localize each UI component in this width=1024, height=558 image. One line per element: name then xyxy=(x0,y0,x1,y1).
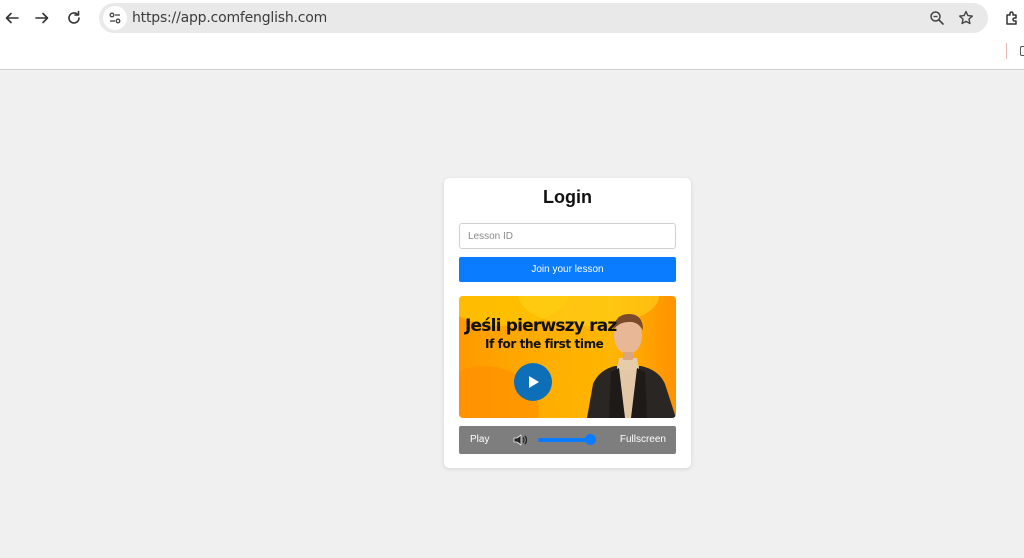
video-controls: Play Fullscreen xyxy=(459,426,676,454)
reload-icon xyxy=(68,10,80,24)
zoom-button[interactable] xyxy=(927,8,947,28)
lesson-id-input[interactable] xyxy=(459,223,676,249)
back-button[interactable] xyxy=(0,6,24,30)
extensions-icon xyxy=(1006,11,1017,25)
volume-thumb[interactable] xyxy=(585,434,596,445)
forward-button[interactable] xyxy=(30,6,54,30)
play-icon xyxy=(529,376,539,388)
video-play-button[interactable] xyxy=(514,363,552,401)
video-thumbnail[interactable]: Jeśli pierwszy raz If for the first time xyxy=(459,296,676,418)
video-headline: Jeśli pierwszy raz xyxy=(465,316,617,336)
back-arrow-icon xyxy=(5,12,19,24)
zoom-icon xyxy=(930,11,944,25)
volume-slider[interactable] xyxy=(538,434,596,445)
reload-button[interactable] xyxy=(62,6,86,30)
address-bar[interactable]: https://app.comfenglish.com xyxy=(99,3,988,33)
extensions-button[interactable] xyxy=(1000,6,1024,30)
page-title: Login xyxy=(543,187,592,207)
bookmark-button[interactable] xyxy=(956,8,976,28)
star-icon xyxy=(959,10,973,25)
video-subline: If for the first time xyxy=(485,337,604,351)
bookmark-folder-icon[interactable] xyxy=(1020,46,1024,56)
join-lesson-button[interactable]: Join your lesson xyxy=(459,257,676,282)
login-card: Login Join your lesson Jeśli pierwszy ra… xyxy=(444,178,691,468)
play-button[interactable]: Play xyxy=(470,434,489,445)
speaker-icon[interactable] xyxy=(512,432,528,448)
bookmarks-divider xyxy=(1006,43,1007,59)
site-info-button[interactable] xyxy=(103,6,127,30)
browser-toolbar: https://app.comfenglish.com xyxy=(0,0,1024,70)
url-text[interactable]: https://app.comfenglish.com xyxy=(132,10,327,26)
forward-arrow-icon xyxy=(35,12,49,24)
site-info-icon xyxy=(109,12,121,24)
fullscreen-button[interactable]: Fullscreen xyxy=(620,434,666,445)
